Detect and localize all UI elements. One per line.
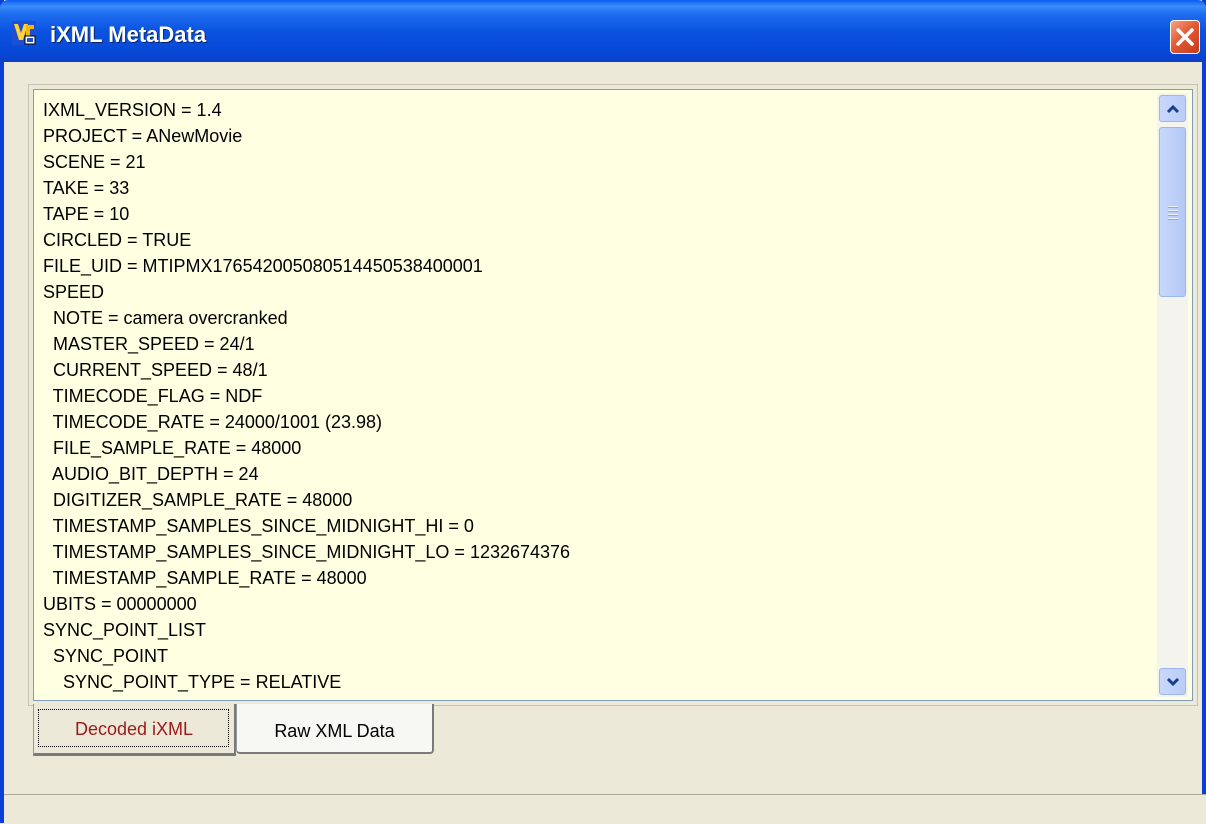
tab-decoded-ixml[interactable]: Decoded iXML (33, 704, 236, 756)
window-title: iXML MetaData (50, 22, 207, 47)
metadata-line: AUDIO_BIT_DEPTH = 24 (43, 464, 259, 484)
metadata-line: TIMESTAMP_SAMPLES_SINCE_MIDNIGHT_LO = 12… (43, 542, 571, 562)
metadata-line: CIRCLED = TRUE (43, 230, 192, 250)
metadata-line: NOTE = camera overcranked (43, 308, 288, 328)
scroll-up-button[interactable] (1159, 95, 1186, 122)
tab-raw-xml-data[interactable]: Raw XML Data (236, 704, 434, 754)
app-icon (12, 21, 36, 45)
metadata-line: TIMECODE_FLAG = NDF (43, 386, 263, 406)
metadata-line: TAPE = 10 (43, 204, 130, 224)
ixml-metadata-window: iXML MetaData IXML_VERSION = 1.4 PROJECT … (0, 0, 1206, 824)
tab-raw-xml-data-label: Raw XML Data (274, 721, 395, 741)
metadata-line: FILE_UID = MTIPMX17654200508051445053840… (43, 256, 483, 276)
metadata-line: SYNC_POINT (43, 646, 169, 666)
chevron-down-icon (1166, 677, 1180, 687)
status-bar (4, 794, 1206, 824)
grip-icon (1168, 206, 1178, 220)
metadata-line: SYNC_POINT_LIST (43, 620, 207, 640)
tab-decoded-ixml-label: Decoded iXML (74, 719, 194, 739)
metadata-line: TAKE = 33 (43, 178, 130, 198)
metadata-line: SPEED (43, 282, 105, 302)
close-button[interactable] (1170, 20, 1200, 54)
title-bar[interactable]: iXML MetaData (0, 0, 1206, 62)
metadata-line: TIMESTAMP_SAMPLES_SINCE_MIDNIGHT_HI = 0 (43, 516, 474, 536)
metadata-line: FILE_SAMPLE_RATE = 48000 (43, 438, 302, 458)
metadata-line: UBITS = 00000000 (43, 594, 197, 614)
chevron-up-icon (1166, 104, 1180, 114)
metadata-line: MASTER_SPEED = 24/1 (43, 334, 255, 354)
close-icon (1176, 28, 1194, 46)
decoded-ixml-textbox[interactable]: IXML_VERSION = 1.4 PROJECT = ANewMovie SCE… (33, 89, 1193, 701)
metadata-line: TIMESTAMP_SAMPLE_RATE = 48000 (43, 568, 367, 588)
metadata-line: SCENE = 21 (43, 152, 146, 172)
metadata-text: IXML_VERSION = 1.4 PROJECT = ANewMovie SCE… (43, 97, 1153, 695)
scroll-thumb[interactable] (1159, 127, 1186, 297)
metadata-line: PROJECT = ANewMovie (43, 126, 243, 146)
metadata-line: IXML_VERSION = 1.4 (43, 100, 222, 120)
scroll-down-button[interactable] (1159, 668, 1186, 695)
metadata-line: TIMECODE_RATE = 24000/1001 (23.98) (43, 412, 383, 432)
vertical-scrollbar[interactable] (1157, 93, 1188, 697)
metadata-line: CURRENT_SPEED = 48/1 (43, 360, 268, 380)
metadata-line: DIGITIZER_SAMPLE_RATE = 48000 (43, 490, 353, 510)
metadata-line: SYNC_POINT_TYPE = RELATIVE (43, 672, 342, 692)
